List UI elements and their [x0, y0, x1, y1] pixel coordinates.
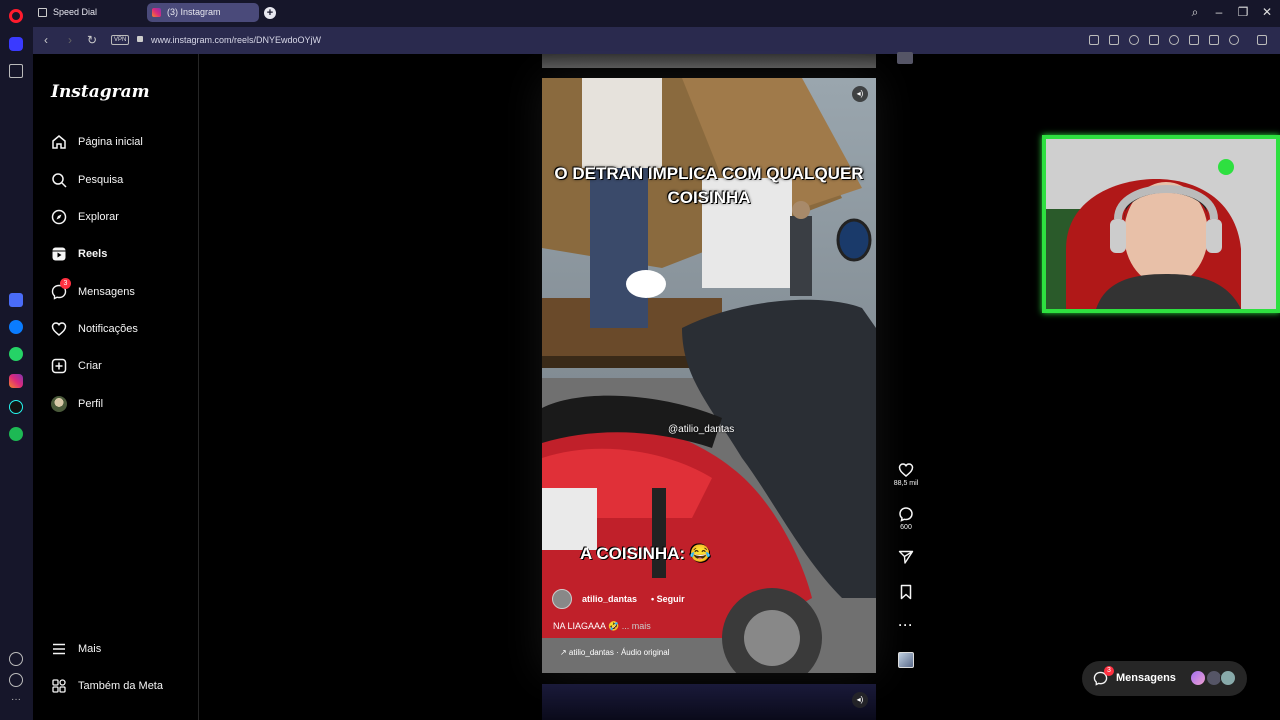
menu-icon: [53, 643, 65, 655]
search-tabs-icon[interactable]: ⌕: [1187, 5, 1203, 20]
audio-thumbnail[interactable]: [890, 652, 922, 668]
messages-label: Mensagens: [1116, 672, 1176, 684]
nav-label: Explorar: [78, 211, 119, 223]
reel-caption-bottom: A COISINHA: 😂: [580, 544, 712, 563]
history-icon[interactable]: [9, 673, 23, 687]
minimize-button[interactable]: –: [1211, 5, 1227, 19]
plus-square-icon: [51, 358, 67, 374]
spotify-icon[interactable]: [9, 427, 23, 441]
like-count: 88,5 mil: [893, 480, 919, 487]
description-text: NA LIAGAAA 🤣: [553, 621, 620, 631]
download-icon[interactable]: [1189, 35, 1199, 45]
instagram-icon[interactable]: [9, 374, 23, 388]
more-options-icon[interactable]: ···: [890, 618, 922, 632]
reels-icon: [52, 247, 66, 261]
webcam-feed: [1046, 139, 1276, 309]
profile-avatar: [51, 396, 67, 412]
instagram-sidebar: Instagram Página inicial Pesquisa Explor…: [33, 54, 199, 720]
heart-icon: [898, 463, 914, 477]
nav-label: Perfil: [78, 398, 104, 410]
send-icon: [898, 550, 914, 564]
bookmark-icon: [900, 584, 912, 600]
nav-label: Mais: [78, 643, 102, 655]
author-username[interactable]: atilio_dantas: [582, 594, 637, 604]
meta-grid-icon: [52, 679, 66, 693]
profile-icon[interactable]: [1229, 35, 1239, 45]
browser-sidebar: ···: [0, 27, 33, 720]
new-tab-button[interactable]: +: [264, 7, 276, 19]
address-bar: ‹ › ↻ VPN www.instagram.com/reels/DNYEwd…: [33, 27, 1280, 54]
unread-badge: 3: [1104, 666, 1114, 676]
back-button[interactable]: ‹: [39, 33, 53, 47]
mute-icon[interactable]: ◂): [852, 86, 868, 102]
unread-badge: 3: [60, 278, 71, 289]
lock-icon[interactable]: [137, 36, 143, 42]
save-button[interactable]: [890, 584, 922, 600]
reel-audio[interactable]: ↗ atilio_dantas · Áudio original: [560, 648, 669, 657]
nav-label: Reels: [78, 248, 108, 260]
mute-icon[interactable]: ◂): [852, 692, 868, 708]
reel-description: NA LIAGAAA 🤣 ... mais: [553, 621, 651, 632]
heart-icon: [51, 322, 67, 336]
author-avatar[interactable]: [552, 589, 572, 609]
comment-count: 600: [900, 524, 912, 531]
edit-icon[interactable]: [1089, 35, 1099, 45]
previous-reel[interactable]: [542, 54, 876, 68]
url-field[interactable]: www.instagram.com/reels/DNYEwdoOYjW: [151, 35, 321, 45]
more-icon[interactable]: ···: [9, 695, 23, 709]
messenger-icon[interactable]: [9, 320, 23, 334]
vpn-badge[interactable]: VPN: [111, 35, 130, 45]
reel-watermark: @atilio_dantas: [668, 424, 735, 435]
instagram-favicon-icon: [152, 8, 161, 17]
nav-label: Pesquisa: [78, 174, 124, 186]
tiktok-icon[interactable]: [9, 400, 23, 414]
speed-dial-icon: [38, 8, 47, 17]
comment-button[interactable]: 600: [890, 506, 922, 531]
camera-icon[interactable]: [1109, 35, 1119, 45]
next-reel[interactable]: ◂): [542, 684, 876, 720]
shield-icon[interactable]: [1129, 35, 1139, 45]
home-icon: [52, 135, 66, 149]
nav-label: Criar: [78, 360, 102, 372]
tab-instagram[interactable]: (3) Instagram: [147, 3, 259, 22]
share-button[interactable]: [890, 549, 922, 565]
heart-icon[interactable]: [1169, 35, 1179, 45]
messages-pill[interactable]: 3 Mensagens: [1082, 661, 1247, 696]
tab-speed-dial[interactable]: Speed Dial: [33, 3, 143, 22]
tab-label: (3) Instagram: [167, 7, 221, 17]
heart-icon[interactable]: [9, 652, 23, 666]
like-button[interactable]: 88,5 mil: [890, 462, 922, 487]
webcam-overlay: [1042, 135, 1280, 313]
whatsapp-icon[interactable]: [9, 347, 23, 361]
reload-button[interactable]: ↻: [85, 33, 99, 47]
bookmark-icon[interactable]: [9, 64, 23, 78]
nav-label: Mensagens: [78, 286, 135, 298]
opera-logo-icon[interactable]: [9, 9, 23, 23]
more-link[interactable]: ... mais: [622, 621, 651, 631]
nav-label: Também da Meta: [78, 680, 163, 692]
contact-avatar[interactable]: [1220, 670, 1236, 686]
play-icon[interactable]: [1149, 35, 1159, 45]
aria-icon[interactable]: [9, 293, 23, 307]
nav-label: Página inicial: [78, 136, 143, 148]
follow-button[interactable]: • Seguir: [651, 594, 685, 604]
previous-reel-avatar[interactable]: [897, 52, 913, 64]
nav-label: Notificações: [78, 323, 138, 335]
contact-avatar[interactable]: [1190, 670, 1206, 686]
instagram-logo[interactable]: Instagram: [51, 82, 150, 102]
home-icon[interactable]: [9, 37, 23, 51]
compass-icon: [51, 209, 67, 225]
forward-button[interactable]: ›: [63, 33, 77, 47]
close-button[interactable]: ✕: [1259, 5, 1275, 19]
browser-tab-bar: Speed Dial (3) Instagram + ⌕ – ❐ ✕: [0, 0, 1280, 27]
restore-button[interactable]: ❐: [1235, 5, 1251, 19]
reel-caption-top: O DETRAN IMPLICA COM QUALQUER COISINHA: [554, 164, 864, 207]
extensions-icon[interactable]: [1257, 35, 1267, 45]
tab-label: Speed Dial: [53, 7, 98, 17]
reel-video[interactable]: O DETRAN IMPLICA COM QUALQUER COISINHA @…: [542, 78, 876, 673]
menu-icon[interactable]: [1209, 35, 1219, 45]
search-icon: [52, 173, 67, 188]
comment-icon: [899, 507, 913, 522]
